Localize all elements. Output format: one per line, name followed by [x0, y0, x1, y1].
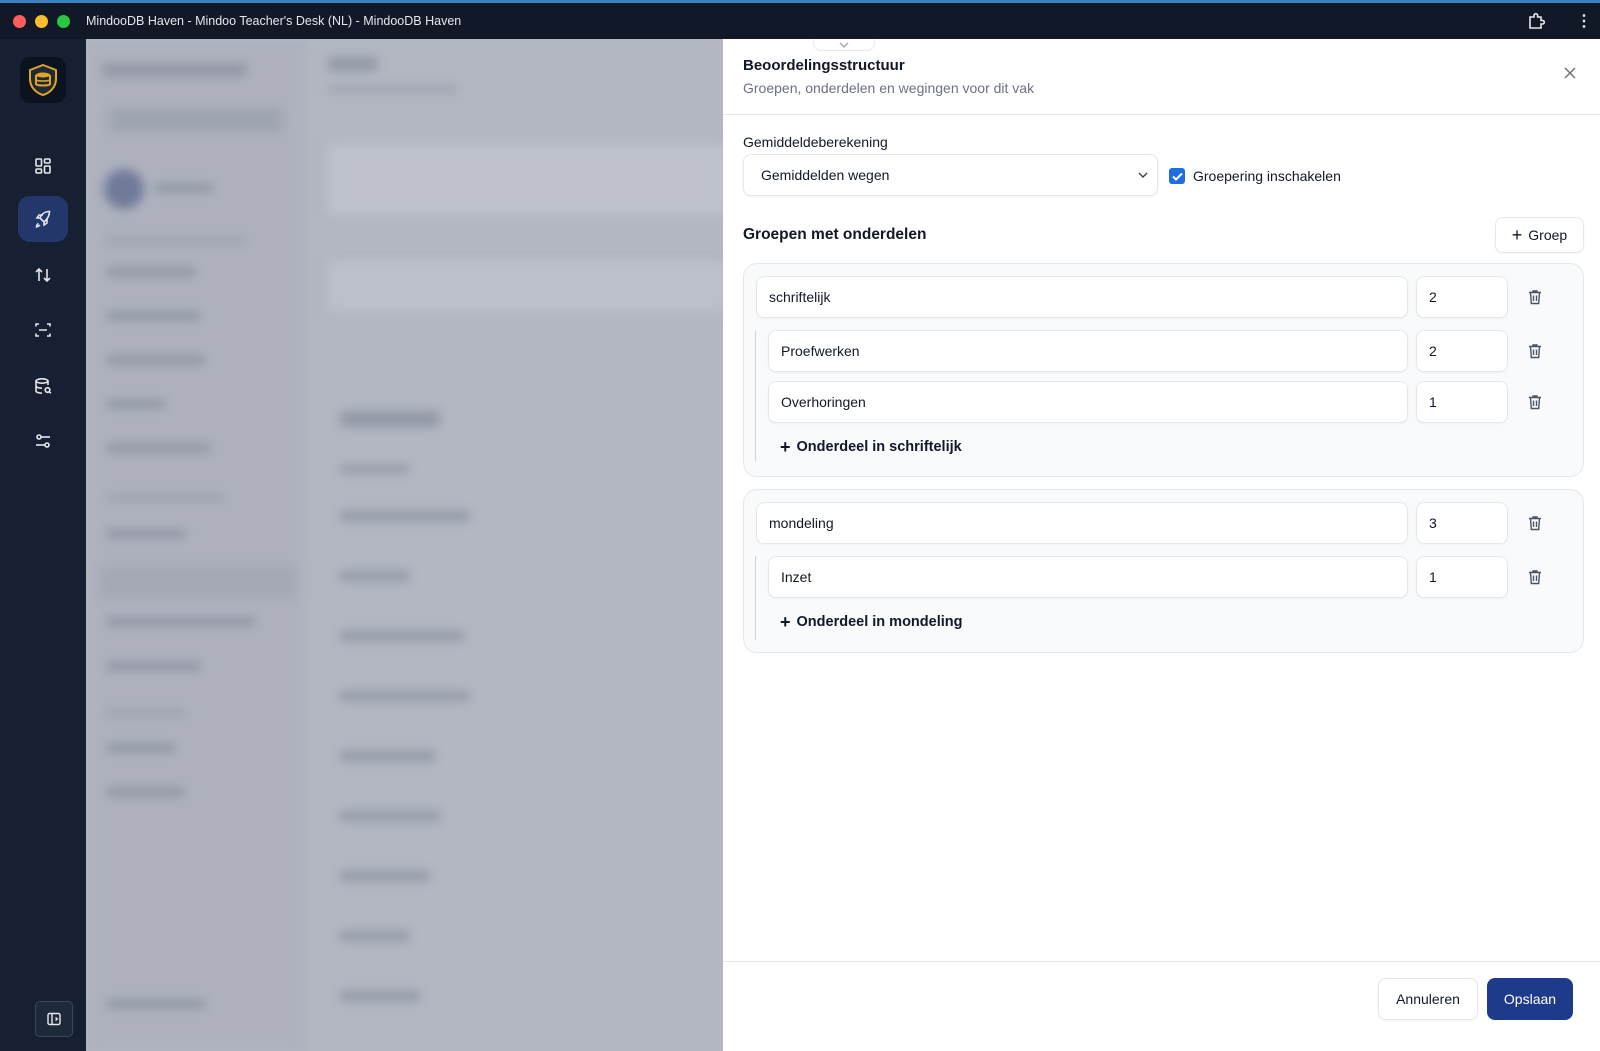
- rail-settings-button[interactable]: [18, 418, 68, 464]
- group-card: mondeling 3 Inzet 1 + Onderdeel in monde…: [743, 489, 1584, 653]
- groups-section-title: Groepen met onderdelen: [743, 226, 927, 243]
- part-name-input[interactable]: Overhoringen: [768, 381, 1408, 423]
- app-rail: [0, 39, 86, 1051]
- average-calculation-value: Gemiddelden wegen: [761, 167, 890, 183]
- close-panel-button[interactable]: [1558, 61, 1582, 85]
- extension-icon[interactable]: [1526, 11, 1546, 31]
- group-name-value: schriftelijk: [769, 289, 831, 305]
- group-weight-value: 3: [1429, 515, 1437, 531]
- dashboard-grid-icon: [35, 158, 51, 174]
- plus-icon: +: [780, 437, 791, 457]
- scan-icon: [35, 323, 51, 337]
- grouping-checkbox[interactable]: [1169, 168, 1185, 184]
- sidebar-toggle-icon: [47, 1012, 61, 1026]
- chevron-down-icon: [1138, 172, 1148, 178]
- shield-logo-icon: [29, 64, 57, 96]
- part-weight-input[interactable]: 1: [1416, 556, 1508, 598]
- part-name-value: Proefwerken: [781, 343, 860, 359]
- app-logo: [20, 57, 66, 103]
- part-weight-value: 1: [1429, 394, 1437, 410]
- add-part-button[interactable]: + Onderdeel in mondeling: [780, 613, 962, 631]
- add-group-button[interactable]: + Groep: [1495, 217, 1584, 253]
- group-card: schriftelijk 2 Proefwerken 2 Overhoringe…: [743, 263, 1584, 477]
- trash-icon[interactable]: [1526, 514, 1544, 532]
- group-name-input[interactable]: mondeling: [756, 502, 1408, 544]
- panel-header: Beoordelingsstructuur Groepen, onderdele…: [723, 39, 1600, 115]
- plus-icon: +: [1511, 225, 1523, 245]
- panel-footer: Annuleren Opslaan: [723, 961, 1600, 1051]
- part-name-input[interactable]: Proefwerken: [768, 330, 1408, 372]
- add-part-label: Onderdeel in mondeling: [796, 614, 963, 630]
- group-weight-input[interactable]: 2: [1416, 276, 1508, 318]
- part-name-value: Overhoringen: [781, 394, 866, 410]
- close-icon: [1564, 67, 1576, 79]
- background-content-overlay: [86, 39, 723, 1051]
- trash-icon[interactable]: [1526, 393, 1544, 411]
- panel-title: Beoordelingsstructuur: [743, 57, 905, 74]
- rocket-icon: [35, 210, 51, 228]
- sidebar-toggle-button[interactable]: [35, 1001, 73, 1037]
- parts-connector-line: [755, 330, 756, 462]
- part-weight-value: 1: [1429, 569, 1437, 585]
- part-weight-value: 2: [1429, 343, 1437, 359]
- grading-structure-panel: Beoordelingsstructuur Groepen, onderdele…: [723, 39, 1600, 1051]
- close-window-button[interactable]: [13, 14, 26, 28]
- check-icon: [1171, 172, 1183, 181]
- sync-arrows-icon: [35, 267, 51, 283]
- plus-icon: +: [780, 612, 791, 632]
- trash-icon[interactable]: [1526, 342, 1544, 360]
- maximize-window-button[interactable]: [57, 14, 70, 28]
- group-weight-input[interactable]: 3: [1416, 502, 1508, 544]
- database-search-icon: [35, 377, 52, 394]
- grouping-toggle[interactable]: Groepering inschakelen: [1169, 168, 1341, 184]
- part-name-input[interactable]: Inzet: [768, 556, 1408, 598]
- cancel-button[interactable]: Annuleren: [1378, 978, 1478, 1020]
- average-calculation-select[interactable]: Gemiddelden wegen: [743, 154, 1158, 196]
- group-name-input[interactable]: schriftelijk: [756, 276, 1408, 318]
- window-title: MindooDB Haven - Mindoo Teacher's Desk (…: [86, 14, 462, 28]
- part-weight-input[interactable]: 1: [1416, 381, 1508, 423]
- grouping-label: Groepering inschakelen: [1193, 168, 1341, 184]
- average-calculation-label: Gemiddeldeberekening: [743, 134, 888, 150]
- trash-icon[interactable]: [1526, 568, 1544, 586]
- rail-dashboard-button[interactable]: [18, 143, 68, 189]
- panel-subtitle: Groepen, onderdelen en wegingen voor dit…: [743, 80, 1035, 96]
- add-part-button[interactable]: + Onderdeel in schriftelijk: [780, 438, 962, 456]
- part-weight-input[interactable]: 2: [1416, 330, 1508, 372]
- parts-connector-line: [755, 556, 756, 640]
- sliders-icon: [36, 434, 50, 448]
- rail-scan-button[interactable]: [18, 307, 68, 353]
- add-part-label: Onderdeel in schriftelijk: [796, 439, 962, 455]
- save-button[interactable]: Opslaan: [1487, 978, 1573, 1020]
- rail-launch-button[interactable]: [18, 196, 68, 242]
- window-titlebar: MindooDB Haven - Mindoo Teacher's Desk (…: [0, 0, 1600, 39]
- window-controls: [13, 14, 70, 28]
- rail-database-button[interactable]: [18, 363, 68, 409]
- more-vertical-icon[interactable]: ⋮: [1576, 11, 1592, 31]
- minimize-window-button[interactable]: [35, 14, 48, 28]
- group-name-value: mondeling: [769, 515, 834, 531]
- group-weight-value: 2: [1429, 289, 1437, 305]
- trash-icon[interactable]: [1526, 288, 1544, 306]
- part-name-value: Inzet: [781, 569, 812, 585]
- rail-sync-button[interactable]: [18, 252, 68, 298]
- add-group-label: Groep: [1528, 227, 1568, 243]
